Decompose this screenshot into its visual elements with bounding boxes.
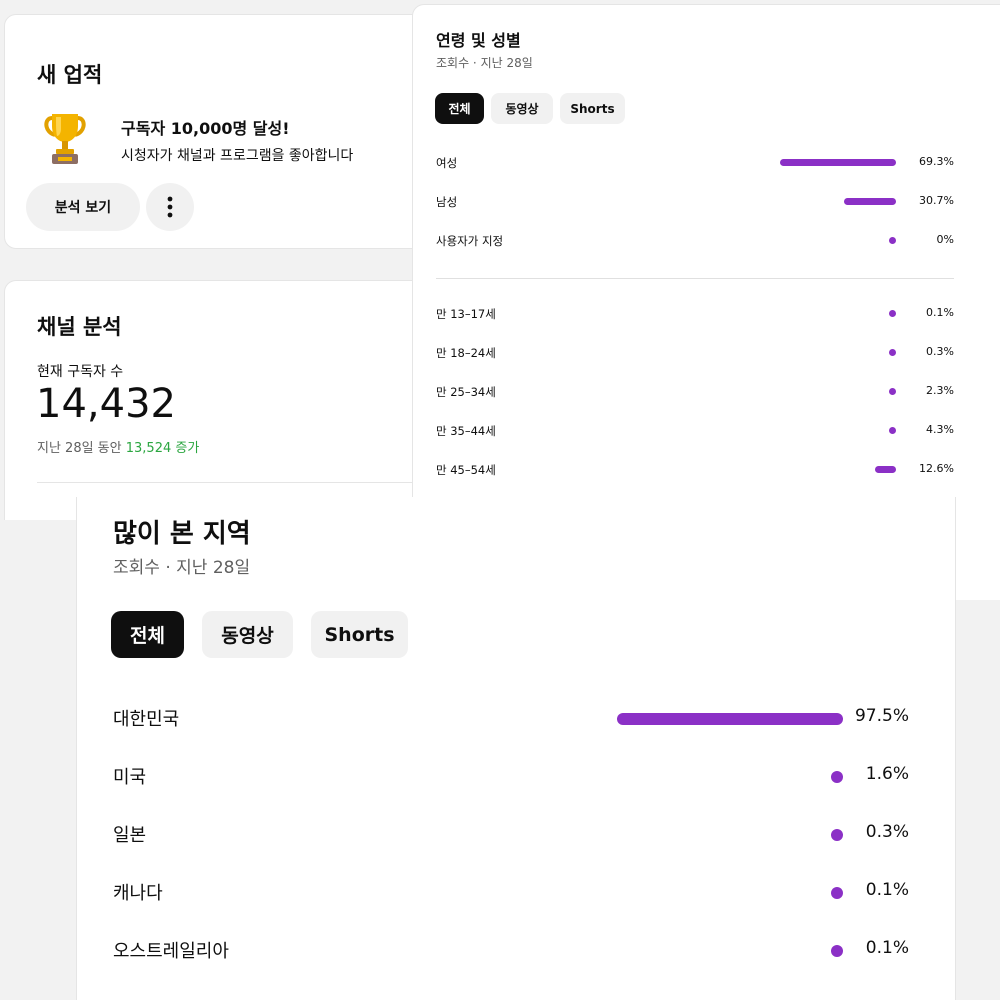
age-value: 0.3% <box>926 345 954 358</box>
geo-value: 97.5% <box>854 706 909 726</box>
geo-bar <box>616 713 843 725</box>
view-analytics-button[interactable]: 분석 보기 <box>26 183 140 231</box>
age-gender-subtitle: 조회수 · 지난 28일 <box>436 56 533 70</box>
geo-row: 캐나다 0.1% <box>113 877 909 907</box>
gender-row: 사용자가 지정 0% <box>436 231 954 251</box>
growth-increase: 13,524 증가 <box>125 441 200 456</box>
subscriber-growth: 지난 28일 동안 13,524 증가 <box>37 437 199 456</box>
gender-bar <box>889 237 896 244</box>
tab-all[interactable]: 전체 <box>111 611 184 658</box>
age-bar <box>874 466 896 473</box>
age-bar <box>889 310 896 317</box>
geo-label: 일본 <box>113 825 147 846</box>
channel-analytics-card: 채널 분석 현재 구독자 수 14,432 지난 28일 동안 13,524 증… <box>4 280 444 520</box>
age-row: 만 18–24세 0.3% <box>436 343 954 363</box>
top-geographies-card: 많이 본 지역 조회수 · 지난 28일 전체 동영상 Shorts 대한민국 97.… <box>76 497 956 1000</box>
channel-analytics-title: 채널 분석 <box>37 315 122 339</box>
growth-period: 지난 28일 동안 <box>37 441 122 456</box>
geo-bar <box>831 771 843 783</box>
age-bar <box>888 427 896 434</box>
subscribers-label: 현재 구독자 수 <box>37 364 124 380</box>
geo-value: 1.6% <box>865 764 909 784</box>
geo-row: 오스트레일리아 0.1% <box>113 935 909 965</box>
geo-tabs: 전체 동영상 Shorts <box>111 611 426 658</box>
age-row: 만 25–34세 2.3% <box>436 382 954 402</box>
age-value: 12.6% <box>919 462 954 475</box>
gender-value: 30.7% <box>919 194 954 207</box>
geo-value: 0.1% <box>865 938 909 958</box>
geo-value: 0.1% <box>865 880 909 900</box>
age-gender-tabs: 전체 동영상 Shorts <box>435 93 632 124</box>
subscriber-count: 14,432 <box>36 381 176 427</box>
trophy-icon <box>44 114 86 164</box>
geo-row: 일본 0.3% <box>113 819 909 849</box>
age-gender-title: 연령 및 성별 <box>436 31 521 50</box>
age-row: 만 45–54세 12.6% <box>436 460 954 480</box>
geo-label: 캐나다 <box>113 883 163 904</box>
age-value: 4.3% <box>926 423 954 436</box>
divider <box>436 278 954 279</box>
gender-row: 여성 69.3% <box>436 153 954 173</box>
age-bar <box>889 388 896 395</box>
achievement-headline: 구독자 10,000명 달성! <box>121 119 290 138</box>
more-vert-icon <box>167 196 173 218</box>
achievement-subtext: 시청자가 채널과 프로그램을 좋아합니다 <box>121 148 354 164</box>
age-label: 만 25–34세 <box>436 385 496 399</box>
tab-videos[interactable]: 동영상 <box>491 93 553 124</box>
age-value: 2.3% <box>926 384 954 397</box>
more-options-button[interactable] <box>146 183 194 231</box>
age-label: 만 45–54세 <box>436 463 496 477</box>
age-bar <box>889 349 896 356</box>
gender-value: 69.3% <box>919 155 954 168</box>
geo-label: 대한민국 <box>113 709 180 730</box>
tab-all[interactable]: 전체 <box>435 93 484 124</box>
gender-label: 사용자가 지정 <box>436 234 504 248</box>
gender-bar <box>779 159 896 166</box>
age-row: 만 35–44세 4.3% <box>436 421 954 441</box>
tab-shorts[interactable]: Shorts <box>311 611 408 658</box>
geo-subtitle: 조회수 · 지난 28일 <box>113 558 251 578</box>
geo-title: 많이 본 지역 <box>113 519 251 549</box>
age-row: 만 13–17세 0.1% <box>436 304 954 324</box>
gender-label: 여성 <box>436 156 458 170</box>
age-label: 만 35–44세 <box>436 424 496 438</box>
geo-row: 대한민국 97.5% <box>113 703 909 733</box>
geo-value: 0.3% <box>865 822 909 842</box>
age-label: 만 18–24세 <box>436 346 496 360</box>
age-value: 0.1% <box>926 306 954 319</box>
geo-row: 미국 1.6% <box>113 761 909 791</box>
geo-bar <box>831 945 843 957</box>
gender-label: 남성 <box>436 195 458 209</box>
geo-bar <box>831 829 843 841</box>
achievement-title: 새 업적 <box>37 63 103 87</box>
geo-label: 오스트레일리아 <box>113 941 229 962</box>
gender-value: 0% <box>936 233 954 246</box>
divider <box>37 482 443 483</box>
geo-bar <box>831 887 843 899</box>
tab-shorts[interactable]: Shorts <box>560 93 625 124</box>
tab-videos[interactable]: 동영상 <box>202 611 293 658</box>
geo-label: 미국 <box>113 767 147 788</box>
gender-row: 남성 30.7% <box>436 192 954 212</box>
age-label: 만 13–17세 <box>436 307 496 321</box>
gender-bar <box>844 198 896 205</box>
achievement-card: 새 업적 구독자 10,000명 달성! 시청자가 채널과 프로그램을 좋아합니… <box>4 14 444 249</box>
